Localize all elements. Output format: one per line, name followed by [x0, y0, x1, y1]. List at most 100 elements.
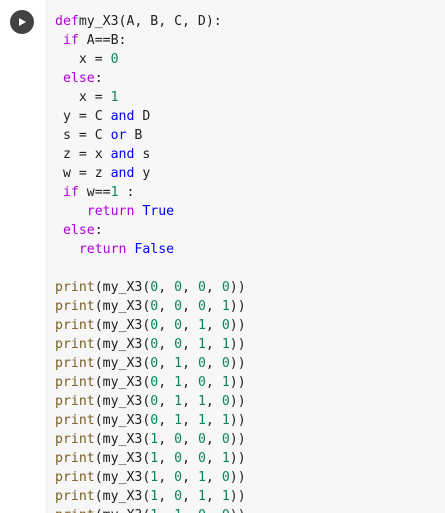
code-token: 0 — [198, 508, 206, 513]
code-token: (my_X3( — [94, 451, 151, 466]
code-token: print — [55, 508, 95, 513]
code-token: , — [158, 470, 175, 485]
code-token: )) — [229, 394, 246, 409]
code-token: 1 — [197, 489, 206, 504]
code-token: , — [158, 432, 175, 447]
code-line: print(my_X3(1, 1, 0, 0)) — [47, 506, 445, 513]
code-token: 0 — [197, 299, 206, 314]
code-token: (my_X3( — [94, 337, 151, 352]
code-token: 1 — [221, 451, 230, 466]
code-token: 1 — [197, 394, 206, 409]
code-line: x = 0 — [47, 50, 445, 69]
code-token: 1 — [174, 394, 183, 409]
code-token: print — [55, 489, 95, 504]
code-token: 0 — [174, 451, 183, 466]
code-token: , — [205, 432, 222, 447]
code-line: print(my_X3(0, 1, 0, 0)) — [47, 354, 445, 373]
code-line: print(my_X3(0, 0, 1, 1)) — [47, 335, 445, 354]
code-line: print(my_X3(0, 0, 0, 1)) — [47, 297, 445, 316]
code-token: : — [94, 71, 103, 86]
code-cell: defmy_X3(A, B, C, D): if A==B: x = 0 els… — [0, 0, 445, 513]
code-token: print — [55, 394, 95, 409]
code-token: 0 — [174, 337, 183, 352]
run-cell-button[interactable] — [10, 10, 34, 34]
code-token: (my_X3( — [94, 299, 151, 314]
code-token: , — [205, 470, 222, 485]
code-line: print(my_X3(0, 0, 1, 0)) — [47, 316, 445, 335]
code-token: x = — [78, 52, 111, 67]
code-token: )) — [229, 470, 246, 485]
code-line: else: — [47, 69, 445, 88]
code-token: , — [158, 337, 175, 352]
code-line: return True — [47, 202, 445, 221]
code-token: print — [55, 413, 95, 428]
code-token: else — [62, 71, 95, 86]
code-token: print — [55, 432, 95, 447]
code-line: print(my_X3(1, 0, 0, 1)) — [47, 449, 445, 468]
code-token: 0 — [221, 432, 230, 447]
code-token: False — [134, 242, 175, 257]
code-token: , — [182, 470, 198, 485]
code-token: (my_X3( — [94, 375, 151, 390]
code-token: 1 — [221, 299, 230, 314]
code-line: print(my_X3(0, 1, 1, 0)) — [47, 392, 445, 411]
code-token: )) — [229, 280, 246, 295]
code-token: (my_X3( — [95, 508, 151, 513]
code-line: print(my_X3(0, 1, 0, 1)) — [47, 373, 445, 392]
code-line: print(my_X3(1, 0, 1, 1)) — [47, 487, 445, 506]
code-token: 1 — [174, 508, 182, 513]
code-token: )) — [229, 318, 246, 333]
code-token: 1 — [221, 337, 230, 352]
code-token: print — [55, 356, 95, 371]
code-token: , — [158, 489, 175, 504]
code-token: s = C — [62, 128, 111, 143]
code-token: , — [206, 508, 222, 513]
code-token: , — [205, 280, 222, 295]
code-token: y = C — [62, 109, 111, 124]
code-token: , — [205, 394, 222, 409]
code-line: if A==B: — [47, 31, 445, 50]
code-token: 0 — [197, 451, 206, 466]
code-token: , — [205, 299, 222, 314]
code-token: )) — [229, 299, 246, 314]
code-line: print(my_X3(1, 0, 1, 0)) — [47, 468, 445, 487]
code-token: , — [158, 375, 175, 390]
code-body: defmy_X3(A, B, C, D): if A==B: x = 0 els… — [47, 12, 445, 513]
code-token: print — [55, 318, 95, 333]
code-token: )) — [229, 337, 246, 352]
code-token: , — [205, 337, 222, 352]
code-token: , — [158, 280, 175, 295]
code-token: , — [205, 451, 222, 466]
code-token: s — [134, 147, 151, 162]
code-token: 0 — [174, 299, 183, 314]
code-editor[interactable]: defmy_X3(A, B, C, D): if A==B: x = 0 els… — [46, 0, 445, 513]
code-token: , — [182, 489, 198, 504]
code-token: if — [62, 185, 79, 200]
code-token: w== — [78, 185, 111, 200]
code-token: D — [134, 109, 151, 124]
code-token: 0 — [197, 280, 206, 295]
code-token: 1 — [174, 375, 183, 390]
code-token: 0 — [221, 356, 230, 371]
code-token: 0 — [174, 318, 183, 333]
code-token: (my_X3( — [94, 413, 151, 428]
code-line: else: — [47, 221, 445, 240]
code-token: 0 — [174, 432, 183, 447]
code-token: A==B: — [78, 33, 127, 48]
code-token: , — [205, 489, 222, 504]
code-token: 0 — [110, 52, 119, 67]
code-token: 1 — [197, 337, 206, 352]
code-token: , — [182, 318, 198, 333]
code-token: 0 — [221, 394, 230, 409]
code-token: 0 — [174, 489, 183, 504]
cell-gutter — [0, 0, 46, 513]
code-token: , — [182, 432, 198, 447]
code-token: my_X3(A, B, C, D): — [78, 14, 222, 29]
code-line: w = z and y — [47, 164, 445, 183]
code-token: )) — [230, 508, 246, 513]
code-token: , — [158, 356, 175, 371]
code-token: 0 — [174, 280, 183, 295]
